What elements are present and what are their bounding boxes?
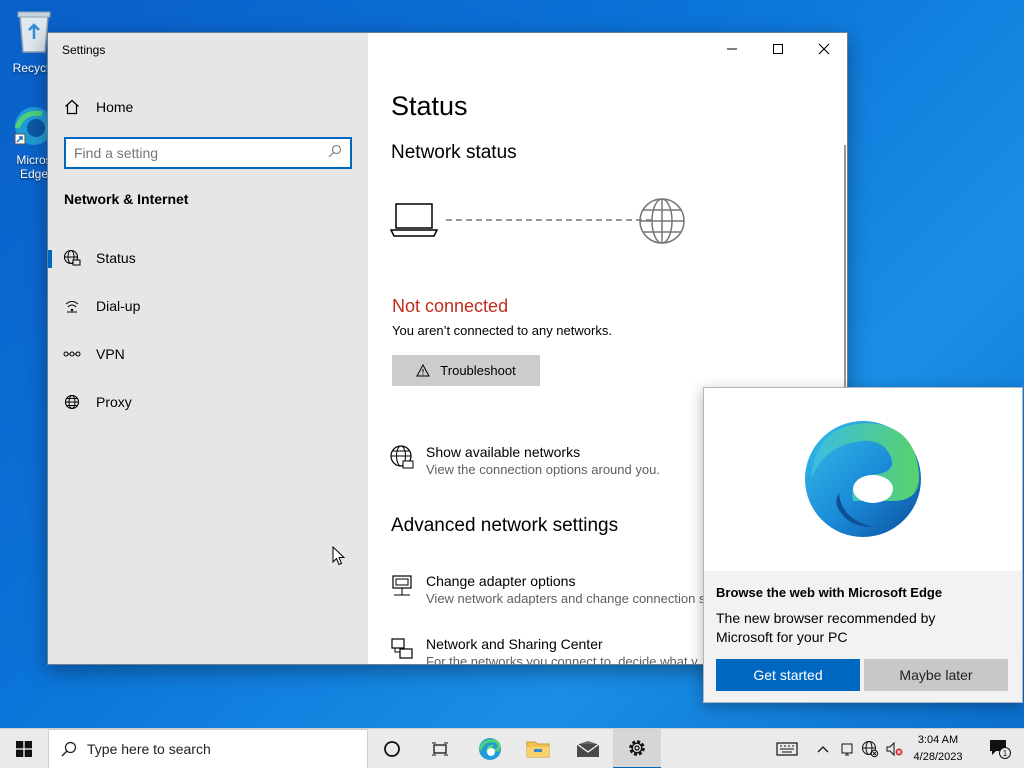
task-view-cortana-button[interactable] <box>368 729 416 768</box>
find-setting-input[interactable] <box>74 145 328 161</box>
vpn-icon <box>48 347 96 361</box>
clock-date: 4/28/2023 <box>913 751 963 763</box>
tray-device[interactable] <box>836 729 858 768</box>
show-networks-title: Show available networks <box>426 444 581 460</box>
sidebar-item-dial-up[interactable]: Dial-up <box>48 286 368 326</box>
notification-icon: 1 <box>990 740 1011 759</box>
keyboard-icon <box>776 742 798 756</box>
dialup-icon <box>48 298 96 314</box>
network-adapter-icon <box>390 572 426 605</box>
chevron-up-icon <box>817 746 829 753</box>
sidebar-item-label: VPN <box>96 346 125 362</box>
mail-icon <box>576 741 600 757</box>
edge-logo-icon <box>805 421 921 537</box>
sidebar-item-label: Proxy <box>96 394 132 410</box>
cortana-circle-icon <box>384 741 400 757</box>
tray-volume[interactable] <box>882 729 906 768</box>
sharing-center-title: Network and Sharing Center <box>426 636 603 652</box>
folder-icon <box>526 741 550 758</box>
edge-icon <box>478 738 501 760</box>
tray-network[interactable] <box>858 729 882 768</box>
network-sharing-center[interactable]: Network and Sharing Center For the netwo… <box>390 635 698 665</box>
mouse-cursor-icon <box>332 546 346 566</box>
section-title: Network & Internet <box>64 191 189 207</box>
warning-icon <box>416 364 431 377</box>
show-networks-subtitle: View the connection options around you. <box>426 462 660 477</box>
network-status-heading: Network status <box>391 142 517 163</box>
globe-network-icon <box>48 249 96 267</box>
maybe-later-button[interactable]: Maybe later <box>864 659 1008 691</box>
edge-logo-area <box>704 388 1022 570</box>
adapter-options-title: Change adapter options <box>426 573 576 589</box>
globe-network-icon <box>390 443 426 476</box>
clock-time: 3:04 AM <box>917 734 959 746</box>
change-adapter-options[interactable]: Change adapter options View network adap… <box>390 572 705 608</box>
sidebar-item-status[interactable]: Status <box>48 238 368 278</box>
edge-promo-text: The new browser recommended by Microsoft… <box>716 610 936 645</box>
gear-icon <box>629 740 645 756</box>
tray-show-hidden[interactable] <box>812 729 834 768</box>
volume-muted-icon <box>886 741 903 757</box>
globe-icon <box>48 394 96 410</box>
tray-keyboard[interactable] <box>770 729 804 768</box>
sidebar-item-proxy[interactable]: Proxy <box>48 382 368 422</box>
taskbar-settings[interactable] <box>613 729 661 768</box>
notification-count: 1 <box>1003 749 1008 758</box>
home-label: Home <box>96 99 134 115</box>
device-icon <box>841 743 853 756</box>
task-view-button[interactable] <box>416 729 464 768</box>
taskbar-search-box[interactable]: Type here to search <box>48 729 368 768</box>
edge-promo-body: Browse the web with Microsoft Edge The n… <box>704 571 1022 702</box>
sidebar-home[interactable]: Home <box>48 87 368 127</box>
taskbar-clock[interactable]: 3:04 AM 4/28/2023 <box>905 732 971 766</box>
network-diagram <box>390 198 685 244</box>
search-icon[interactable] <box>328 144 342 163</box>
laptop-icon <box>390 203 439 237</box>
troubleshoot-button[interactable]: Troubleshoot <box>392 355 540 386</box>
advanced-settings-heading: Advanced network settings <box>391 515 619 536</box>
window-title: Settings <box>62 43 106 57</box>
edge-promo-title: Browse the web with Microsoft Edge <box>716 585 943 600</box>
find-setting-search[interactable] <box>64 137 352 169</box>
sidebar-item-vpn[interactable]: VPN <box>48 334 368 374</box>
taskbar-file-explorer[interactable] <box>514 729 562 768</box>
taskbar: Type here to search 3:04 AM 4/28/2023 1 <box>0 728 1024 768</box>
taskbar-search-placeholder: Type here to search <box>87 741 211 757</box>
windows-logo-icon <box>16 741 32 757</box>
connection-detail: You aren’t connected to any networks. <box>392 323 612 338</box>
taskbar-edge[interactable] <box>466 729 514 768</box>
troubleshoot-label: Troubleshoot <box>440 363 516 378</box>
home-icon <box>48 99 96 115</box>
network-globe-icon <box>862 741 879 758</box>
page-title: Status <box>391 91 468 121</box>
taskbar-mail[interactable] <box>564 729 612 768</box>
sidebar-item-label: Status <box>96 250 136 266</box>
show-available-networks[interactable]: Show available networks View the connect… <box>390 443 660 479</box>
connection-state: Not connected <box>392 296 509 316</box>
task-view-icon <box>432 742 448 756</box>
internet-globe-icon <box>639 198 685 244</box>
sharing-center-icon <box>390 635 426 664</box>
settings-sidebar: Settings Home Network & Internet Status <box>48 33 368 664</box>
get-started-button[interactable]: Get started <box>716 659 860 691</box>
search-icon <box>61 741 77 757</box>
adapter-options-subtitle: View network adapters and change connect… <box>426 591 706 606</box>
sharing-center-subtitle: For the networks you connect to, decide … <box>426 654 698 665</box>
action-center-button[interactable]: 1 <box>978 729 1022 768</box>
start-button[interactable] <box>0 729 48 768</box>
sidebar-item-label: Dial-up <box>96 298 141 314</box>
edge-promo-popup: Browse the web with Microsoft Edge The n… <box>703 387 1023 703</box>
